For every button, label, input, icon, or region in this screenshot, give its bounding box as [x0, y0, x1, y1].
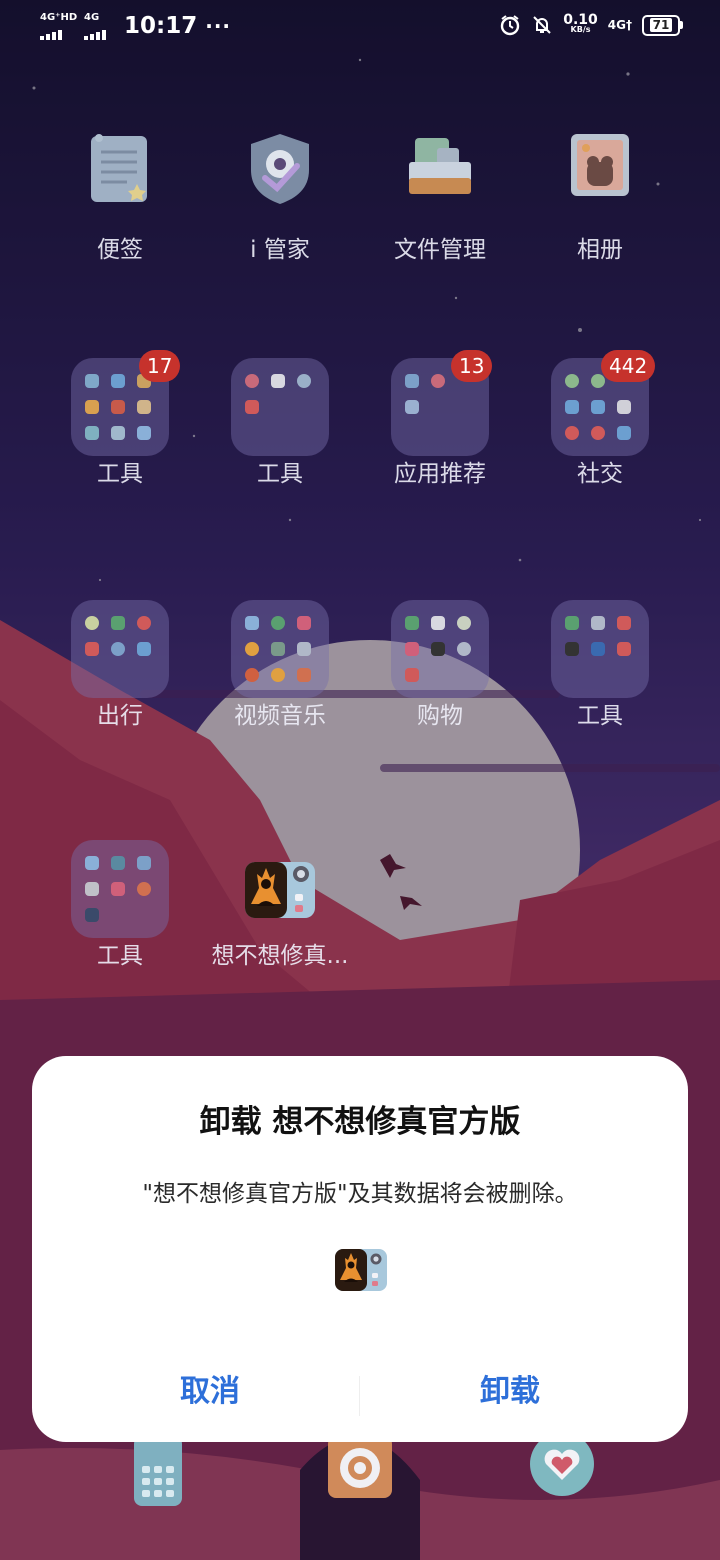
folder-label: 购物	[417, 703, 463, 729]
app-label: 相册	[577, 237, 623, 263]
mute-bell-icon	[533, 16, 551, 34]
network-type: 4G†	[607, 18, 632, 32]
folder-label: 工具	[97, 943, 143, 969]
xiuzhen-app-icon	[245, 862, 315, 918]
folder-label: 工具	[257, 461, 303, 487]
folder-icon	[71, 840, 169, 938]
battery-icon: 71	[642, 14, 683, 36]
speed-value: 0.10	[563, 12, 598, 28]
notification-badge: 442	[601, 350, 656, 382]
camera-icon[interactable]	[326, 1436, 396, 1506]
folder-icon	[231, 358, 329, 456]
folder-files-icon	[409, 138, 471, 194]
uninstall-dialog: 卸载 想不想修真官方版 "想不想修真官方版"及其数据将会被删除。 取消 卸载	[32, 1056, 688, 1442]
sim1-label: 4G⁺HD	[40, 12, 78, 23]
folder-label: 视频音乐	[234, 703, 326, 729]
folder-icon	[551, 600, 649, 698]
folder-label: 工具	[577, 703, 623, 729]
more-notifications-icon: ···	[205, 14, 232, 38]
cancel-button[interactable]: 取消	[60, 1366, 360, 1410]
notification-badge: 17	[139, 350, 181, 382]
folder-label: 应用推荐	[394, 461, 486, 487]
folder-label: 工具	[97, 461, 143, 487]
dialog-title: 卸载 想不想修真官方版	[199, 1104, 521, 1140]
status-bar: 4G⁺HD 4G 10:17 ··· 0.10 KB/s 4G† 71	[0, 0, 720, 56]
dock	[0, 1430, 720, 1510]
battery-level: 71	[649, 18, 673, 32]
app-label: 便签	[97, 237, 143, 263]
folder-icon	[391, 600, 489, 698]
sim2-label: 4G	[84, 12, 100, 23]
app-label: 文件管理	[394, 237, 486, 263]
dialog-message: "想不想修真官方版"及其数据将会被删除。	[142, 1181, 578, 1207]
uninstall-button[interactable]: 卸载	[360, 1366, 660, 1410]
xiuzhen-app-icon	[335, 1249, 387, 1291]
folder-icon	[71, 600, 169, 698]
phone-icon[interactable]	[128, 1436, 188, 1510]
alarm-icon	[501, 15, 520, 36]
folder-label: 社交	[577, 461, 623, 487]
folder-icon	[231, 600, 329, 698]
signal-icon: 4G⁺HD	[40, 12, 78, 40]
shield-icon	[251, 134, 309, 204]
network-speed: 0.10 KB/s	[563, 12, 598, 35]
note-icon	[91, 134, 147, 202]
app-label: 想不想修真...	[211, 943, 349, 969]
clock: 10:17	[124, 13, 198, 39]
photo-album-icon	[571, 134, 629, 196]
app-label: i 管家	[250, 237, 310, 263]
folder-label: 出行	[97, 703, 143, 729]
notification-badge: 13	[451, 350, 493, 382]
signal-icon: 4G	[84, 12, 112, 40]
